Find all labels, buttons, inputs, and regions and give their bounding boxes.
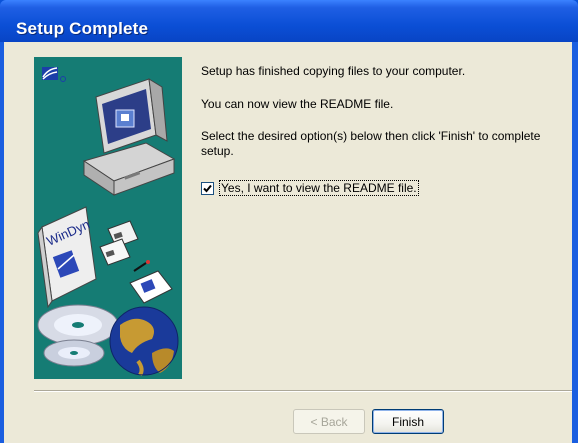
checkmark-icon [203,184,212,193]
window-frame-right [572,42,578,443]
cd-discs-icon [37,304,119,367]
back-button[interactable]: < Back [293,409,365,434]
setup-illustration-panel: WinDyn [34,57,182,379]
floppy-disks-icon [99,220,139,266]
setup-illustration: WinDyn [37,67,179,377]
message-readme-available: You can now view the README file. [201,97,394,111]
view-readme-checkbox[interactable] [201,182,214,195]
setup-window: Setup Complete WinDyn Setup has finished… [0,0,578,443]
message-instruction-line2: setup. [201,144,234,158]
message-instruction-line1: Select the desired option(s) below then … [201,129,541,143]
title-bar[interactable]: Setup Complete [0,0,578,42]
window-title: Setup Complete [16,19,149,38]
globe-icon [109,306,179,377]
message-copy-complete: Setup has finished copying files to your… [201,64,466,78]
view-readme-label[interactable]: Yes, I want to view the README file. [219,180,419,196]
cd-case-icon [129,260,173,304]
computer-icon [82,78,176,196]
dialog-client-area: WinDyn Setup has finished copying files … [4,42,572,443]
manual-book-icon: WinDyn [37,206,97,309]
button-separator [34,390,572,392]
finish-button[interactable]: Finish [372,409,444,434]
logo-icon [42,67,66,82]
